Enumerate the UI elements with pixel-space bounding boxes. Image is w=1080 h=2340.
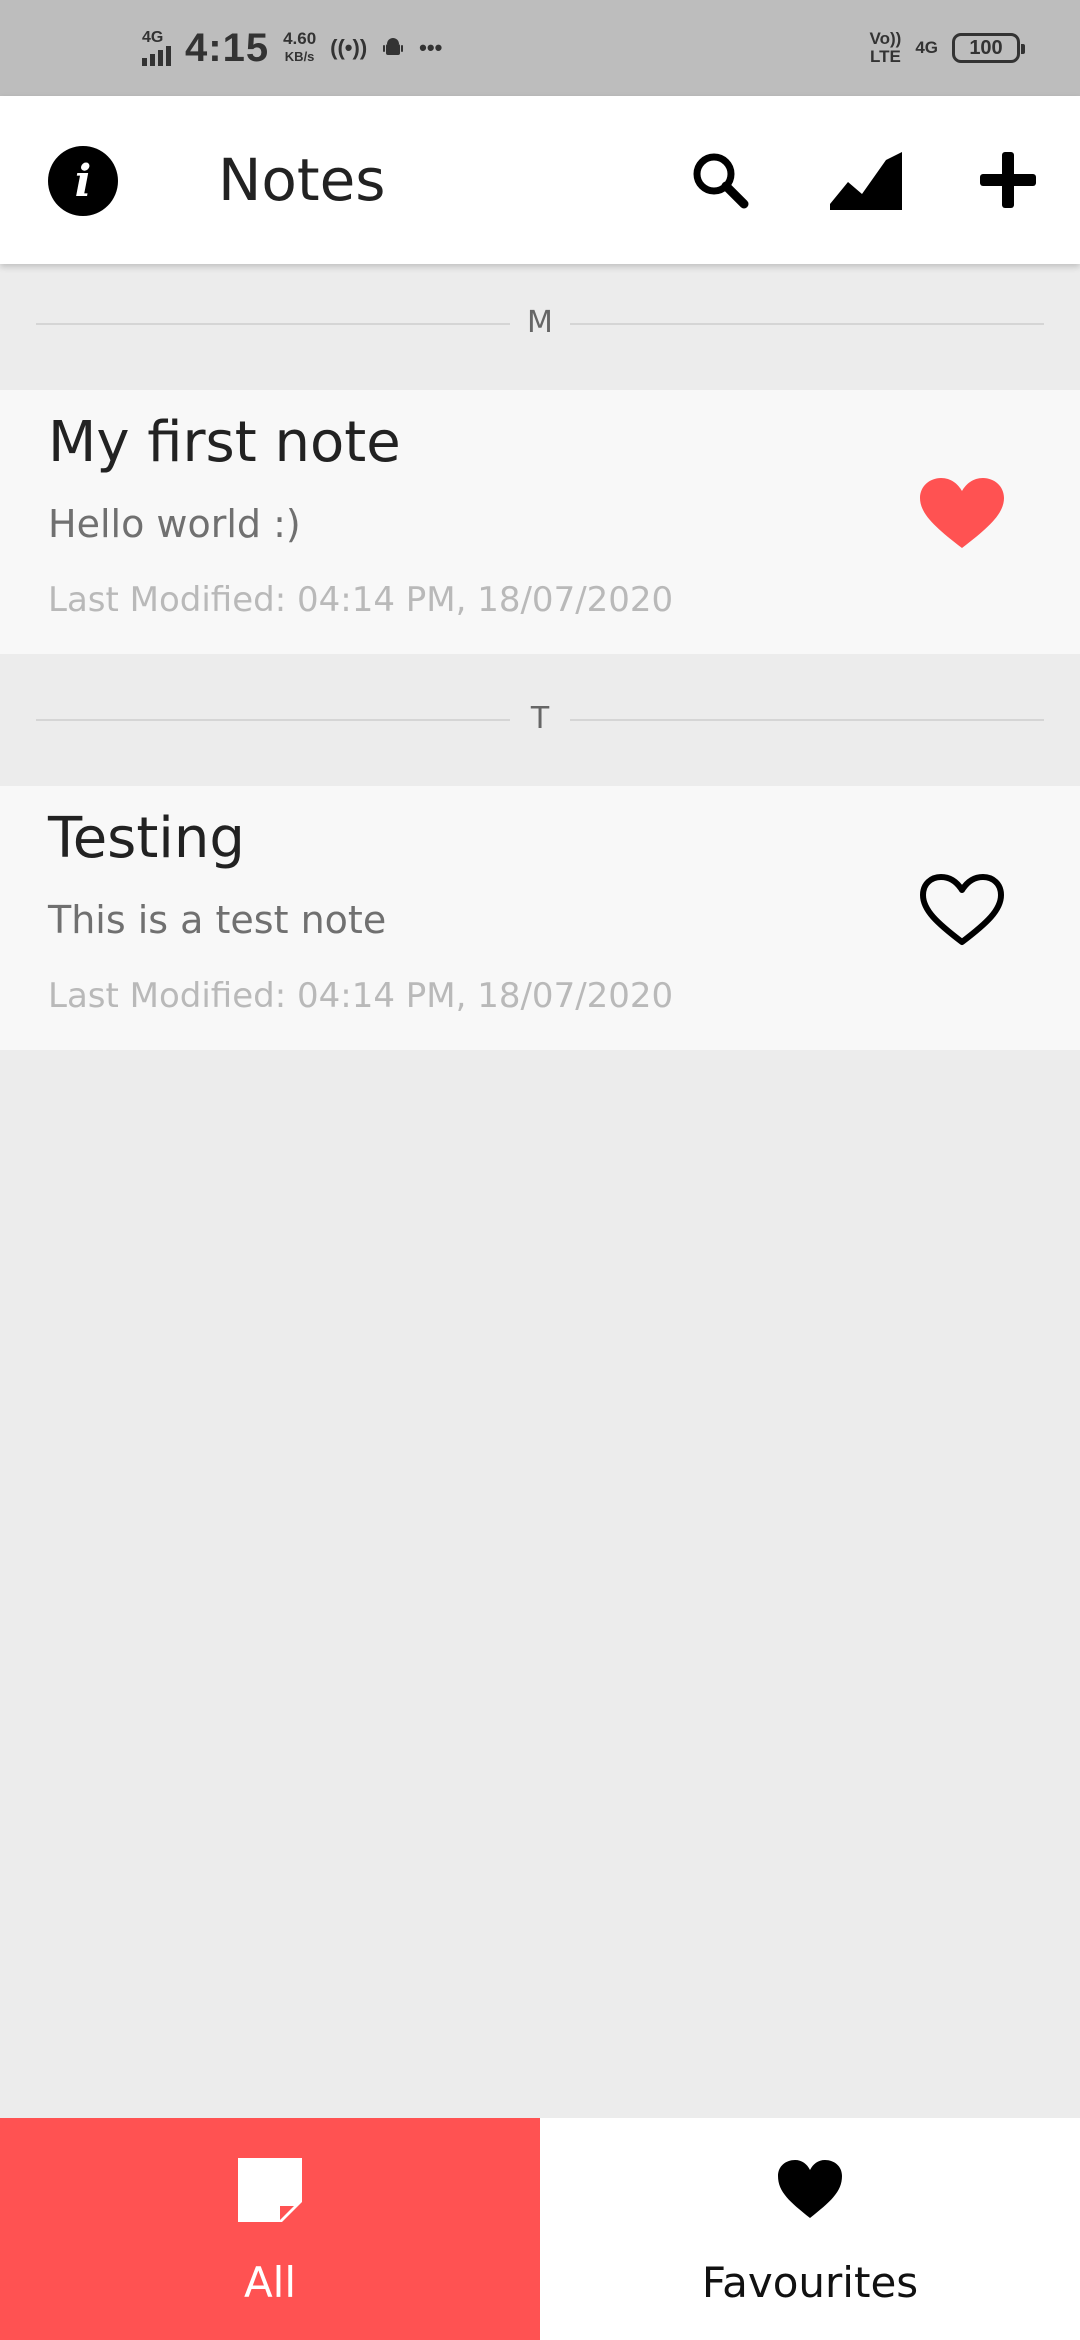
note-title: Testing — [48, 806, 245, 871]
signal-indicator: 4G — [142, 30, 171, 66]
speed-unit: KB/s — [284, 49, 315, 64]
network-type: 4G — [142, 29, 164, 46]
note-icon — [238, 2158, 302, 2222]
add-icon — [980, 152, 1036, 208]
status-bar: 4G 4:15 4.60 KB/s ((•)) ••• Vo)) LTE 4G … — [0, 0, 1080, 96]
signal-bars-icon — [142, 46, 171, 66]
heart-outline-icon[interactable] — [916, 870, 1008, 950]
stats-button[interactable] — [826, 140, 906, 220]
battery-level: 100 — [969, 36, 1003, 59]
note-last-modified: Last Modified: 04:14 PM, 18/07/2020 — [48, 976, 674, 1016]
tab-all[interactable]: All — [0, 2118, 540, 2340]
battery-icon: 100 — [952, 33, 1025, 63]
note-body: This is a test note — [48, 898, 387, 942]
note-title: My first note — [48, 410, 401, 475]
tab-favourites[interactable]: Favourites — [540, 2118, 1080, 2340]
clock: 4:15 — [185, 25, 270, 70]
network-right: 4G — [915, 38, 938, 57]
note-item[interactable]: My first note Hello world :) Last Modifi… — [0, 390, 1080, 654]
info-icon[interactable]: i — [48, 146, 118, 216]
heart-filled-icon[interactable] — [916, 474, 1008, 554]
search-icon — [693, 153, 749, 209]
app-bar: i Notes — [0, 96, 1080, 264]
more-notifications-icon: ••• — [419, 35, 443, 60]
tab-all-label: All — [243, 2258, 297, 2307]
add-note-button[interactable] — [968, 140, 1048, 220]
search-button[interactable] — [680, 140, 760, 220]
lte-label: LTE — [869, 47, 901, 66]
hotspot-icon: ((•)) — [330, 35, 368, 60]
status-right: Vo)) LTE 4G 100 — [870, 0, 1025, 96]
heart-icon — [778, 2160, 842, 2218]
volte-label: Vo)) — [869, 29, 902, 48]
status-left: 4G 4:15 4.60 KB/s ((•)) ••• — [142, 0, 442, 96]
speed-value: 4.60 — [283, 29, 317, 48]
bottom-nav: All Favourites — [0, 2118, 1080, 2340]
android-icon — [383, 38, 404, 55]
note-body: Hello world :) — [48, 502, 301, 546]
tab-favourites-label: Favourites — [701, 2258, 919, 2307]
section-header-letter: T — [510, 701, 570, 736]
note-item[interactable]: Testing This is a test note Last Modifie… — [0, 786, 1080, 1050]
page-title: Notes — [218, 146, 386, 214]
volte-indicator: Vo)) LTE — [870, 30, 902, 66]
network-speed: 4.60 KB/s — [283, 30, 316, 66]
stats-icon — [830, 152, 902, 210]
note-last-modified: Last Modified: 04:14 PM, 18/07/2020 — [48, 580, 674, 620]
section-header-letter: M — [510, 305, 570, 340]
